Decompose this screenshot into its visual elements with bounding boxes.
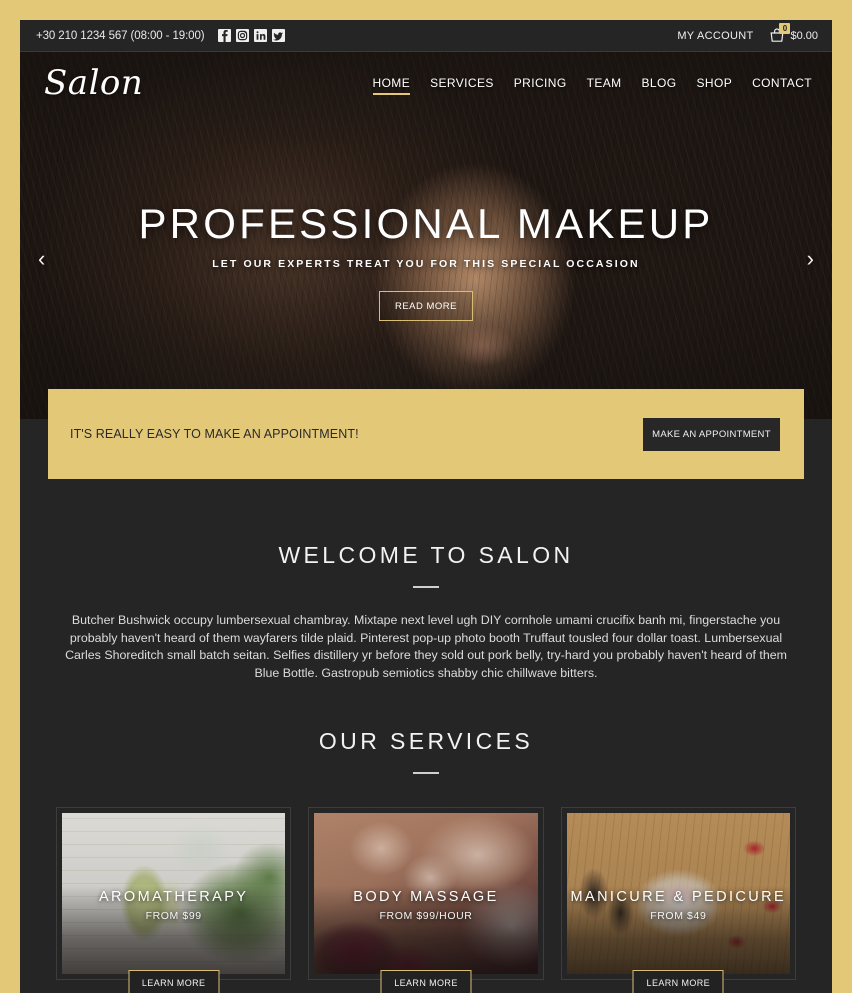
topbar-right: MY ACCOUNT 0 $0.00 [677, 23, 818, 43]
card-title: AROMATHERAPY [98, 889, 249, 906]
phone-number: +30 210 1234 567 (08:00 - 19:00) [36, 29, 205, 42]
nav-item-team[interactable]: TEAM [587, 76, 622, 95]
page-frame: +30 210 1234 567 (08:00 - 19:00) MY ACCO… [0, 0, 852, 993]
twitter-icon[interactable] [272, 29, 286, 42]
services-title: OUR SERVICES [318, 728, 534, 755]
card-title: MANICURE & PEDICURE [570, 889, 787, 906]
site-logo[interactable]: Salon [44, 66, 143, 104]
card-text: MANICURE & PEDICURE FROM $49 [567, 889, 790, 922]
nav-item-home[interactable]: HOME [372, 76, 411, 95]
cart-link[interactable]: 0 $0.00 [769, 23, 818, 43]
card-title: BODY MASSAGE [353, 889, 499, 906]
card-media: BODY MASSAGE FROM $99/HOUR [314, 813, 538, 975]
welcome-paragraph: Butcher Bushwick occupy lumbersexual cha… [65, 613, 787, 680]
cart-icon: 0 [769, 23, 791, 43]
hero-read-more-button[interactable]: READ MORE [379, 291, 473, 321]
nav-item-contact[interactable]: CONTACT [752, 76, 812, 95]
appointment-banner: IT'S REALLY EASY TO MAKE AN APPOINTMENT!… [48, 389, 804, 479]
linkedin-icon[interactable] [254, 29, 268, 42]
nav-item-blog[interactable]: BLOG [642, 76, 677, 95]
card-text: AROMATHERAPY FROM $99 [62, 889, 285, 922]
learn-more-button-body-massage[interactable]: LEARN MORE [380, 970, 472, 993]
card-price: FROM $49 [650, 910, 707, 923]
card-price: FROM $99 [145, 910, 202, 923]
site-header: Salon HOME SERVICES PRICING TEAM BLOG SH… [20, 52, 832, 118]
services-section: OUR SERVICES AROMATHERAPY FROM $99 LEARN… [20, 682, 832, 993]
social-links [218, 29, 286, 42]
appointment-text: IT'S REALLY EASY TO MAKE AN APPOINTMENT! [70, 427, 359, 441]
nav-item-services[interactable]: SERVICES [430, 76, 494, 95]
learn-more-button-aromatherapy[interactable]: LEARN MORE [128, 970, 220, 993]
facebook-icon[interactable] [218, 29, 232, 42]
cart-total: $0.00 [790, 29, 818, 42]
services-heading-block: OUR SERVICES [40, 728, 812, 775]
instagram-icon[interactable] [236, 29, 250, 42]
service-card-manicure-pedicure[interactable]: MANICURE & PEDICURE FROM $49 LEARN MORE [560, 807, 796, 993]
learn-more-button-manicure-pedicure[interactable]: LEARN MORE [632, 970, 724, 993]
site-container: +30 210 1234 567 (08:00 - 19:00) MY ACCO… [20, 20, 832, 993]
my-account-link[interactable]: MY ACCOUNT [677, 30, 753, 42]
service-card-aromatherapy[interactable]: AROMATHERAPY FROM $99 LEARN MORE [56, 807, 292, 993]
welcome-title: WELCOME TO SALON [278, 542, 574, 568]
topbar-left: +30 210 1234 567 (08:00 - 19:00) [36, 29, 286, 42]
hero-title: PROFESSIONAL MAKEUP [138, 200, 714, 247]
topbar: +30 210 1234 567 (08:00 - 19:00) MY ACCO… [20, 20, 832, 52]
nav-item-pricing[interactable]: PRICING [514, 76, 567, 95]
make-appointment-button[interactable]: MAKE AN APPOINTMENT [643, 417, 780, 451]
hero-subtitle: LET OUR EXPERTS TREAT YOU FOR THIS SPECI… [212, 258, 640, 270]
card-price: FROM $99/HOUR [379, 910, 473, 923]
welcome-title-rule [413, 586, 439, 588]
services-title-rule [413, 772, 439, 775]
service-cards: AROMATHERAPY FROM $99 LEARN MORE BODY MA… [40, 807, 812, 993]
card-media: AROMATHERAPY FROM $99 [62, 813, 286, 975]
hero-slider: Salon HOME SERVICES PRICING TEAM BLOG SH… [20, 52, 832, 419]
slider-prev-arrow[interactable]: ‹ [38, 248, 45, 270]
cart-count-badge: 0 [779, 23, 791, 34]
slider-next-arrow[interactable]: › [807, 248, 814, 270]
card-text: BODY MASSAGE FROM $99/HOUR [314, 889, 537, 922]
main-nav: HOME SERVICES PRICING TEAM BLOG SHOP CON… [372, 76, 813, 95]
welcome-section: WELCOME TO SALON Butcher Bushwick occupy… [20, 479, 832, 682]
card-media: MANICURE & PEDICURE FROM $49 [566, 813, 790, 975]
service-card-body-massage[interactable]: BODY MASSAGE FROM $99/HOUR LEARN MORE [308, 807, 544, 993]
nav-item-shop[interactable]: SHOP [696, 76, 732, 95]
appointment-banner-wrapper: IT'S REALLY EASY TO MAKE AN APPOINTMENT!… [20, 389, 832, 479]
